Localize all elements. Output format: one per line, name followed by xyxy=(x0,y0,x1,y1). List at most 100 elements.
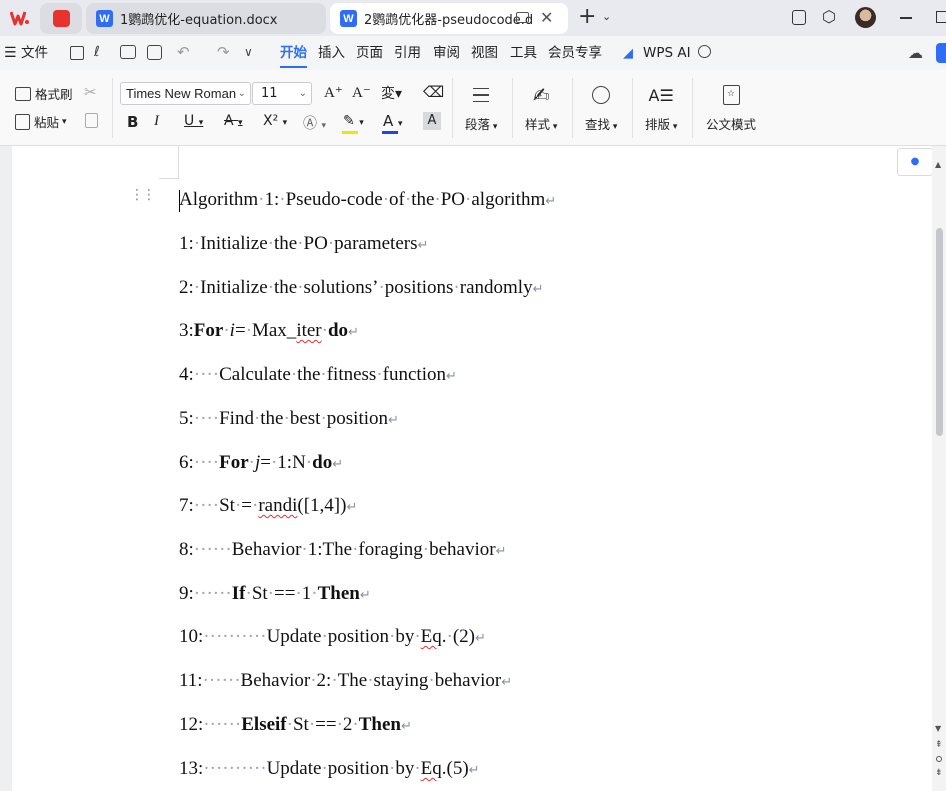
shrink-font-icon[interactable]: A⁻ xyxy=(352,83,371,102)
doc-line: 7:····St·=·randi([1,4])↵ xyxy=(179,495,358,516)
font-size-select[interactable]: 11 ⌄ xyxy=(252,82,312,105)
paragraph-icon xyxy=(473,82,490,108)
search-icon[interactable] xyxy=(698,45,711,58)
style-label: 样式 xyxy=(525,117,551,132)
drag-handle-icon[interactable]: ⋮⋮ xyxy=(130,188,156,202)
share-button[interactable] xyxy=(936,43,946,63)
font-color-button[interactable]: A ▾ xyxy=(383,112,403,130)
format-painter-label: 格式刷 xyxy=(35,87,73,102)
window-preview-icon[interactable] xyxy=(516,12,529,23)
word-doc-icon: W xyxy=(340,10,357,27)
tab-label: 2鹦鹉优化器-pseudocode.d xyxy=(364,13,534,28)
doc-line: 12:······Elseif·St·==·2·Then↵ xyxy=(179,714,412,735)
ribbon-toolbar: 格式刷 ✂ 粘贴 ▾ Times New Roman ⌄ 11 ⌄ A⁺ A⁻ … xyxy=(0,70,946,146)
redo-icon[interactable]: ↷ xyxy=(217,43,230,61)
divider xyxy=(452,78,453,138)
word-doc-icon: W xyxy=(96,10,113,27)
doc-line: 1:·Initialize·the·PO·parameters↵ xyxy=(179,233,429,254)
layout-button[interactable]: A☰ 排版 ▾ xyxy=(645,82,677,133)
layout-icon: A☰ xyxy=(648,85,674,105)
scroll-down-icon[interactable]: ▼ xyxy=(935,724,941,733)
official-mode-label: 公文模式 xyxy=(706,117,757,132)
brush-icon xyxy=(15,86,31,101)
minimize-icon[interactable] xyxy=(900,17,912,19)
print-icon[interactable] xyxy=(120,45,136,59)
save-icon[interactable] xyxy=(70,46,84,60)
print-preview-icon[interactable] xyxy=(147,45,162,60)
char-shading-button[interactable]: A xyxy=(423,112,441,130)
cut-icon[interactable]: ✂ xyxy=(84,83,97,101)
menu-wps-ai[interactable]: WPS AI xyxy=(643,36,691,70)
chevron-down-icon: ⌄ xyxy=(298,88,307,99)
doc-line: 3:For·i=·Max_iter·do↵ xyxy=(179,320,359,341)
document-page[interactable]: ⋮⋮ ● Algorithm·1:·Pseudo-code·of·the·PO·… xyxy=(12,146,933,791)
scroll-up-icon[interactable]: ▲ xyxy=(935,160,941,169)
font-color-bar xyxy=(382,131,398,134)
divider xyxy=(572,78,573,138)
layout-label: 排版 xyxy=(645,117,671,132)
menu-member[interactable]: 会员专享 xyxy=(548,36,602,70)
chevron-down-icon: ⌄ xyxy=(237,88,246,99)
hamburger-icon[interactable]: ☰ xyxy=(4,36,17,70)
find-label: 查找 xyxy=(585,117,611,132)
cube-icon[interactable]: ⬡ xyxy=(822,7,836,26)
page-down-icon[interactable]: ⇟ xyxy=(935,768,943,778)
divider xyxy=(512,78,513,138)
phonetic-guide-icon[interactable]: 変▾ xyxy=(381,83,402,103)
doc-line: 11:······Behavior·2:·The·staying·behavio… xyxy=(179,670,513,691)
text-effect-button[interactable]: Ⓐ ▾ xyxy=(303,113,326,133)
font-name-select[interactable]: Times New Roman ⌄ xyxy=(120,82,251,105)
underline-button[interactable]: U ▾ xyxy=(184,113,203,129)
menu-review[interactable]: 审阅 xyxy=(433,36,460,70)
tab-equation-doc[interactable]: W 1鹦鹉优化-equation.docx xyxy=(86,3,326,34)
highlight-button[interactable]: ✎ ▾ xyxy=(343,113,364,129)
wps-logo-icon[interactable] xyxy=(6,5,34,31)
font-size-value: 11 xyxy=(261,86,278,101)
clear-format-icon[interactable]: ⌫ xyxy=(423,83,444,101)
page-up-icon[interactable]: ⇞ xyxy=(935,740,943,750)
paragraph-button[interactable]: 段落 ▾ xyxy=(465,82,497,133)
copy-icon[interactable] xyxy=(85,113,98,128)
vertical-scrollbar[interactable]: ▲ ▼ ⇞ ⇟ xyxy=(932,146,946,791)
undo-icon[interactable]: ↶ xyxy=(177,43,190,61)
bold-button[interactable]: B xyxy=(127,113,138,131)
doc-line: 2:·Initialize·the·solutions’·positions·r… xyxy=(179,277,544,298)
superscript-button[interactable]: X² ▾ xyxy=(263,113,287,129)
scrollbar-thumb[interactable] xyxy=(936,228,943,436)
new-tab-icon[interactable]: + xyxy=(578,6,596,28)
menu-page[interactable]: 页面 xyxy=(356,36,383,70)
menu-view[interactable]: 视图 xyxy=(471,36,498,70)
style-button[interactable]: ✍ 样式 ▾ xyxy=(525,82,557,133)
format-painter-button[interactable]: 格式刷 xyxy=(15,84,73,103)
pdf-app-icon[interactable] xyxy=(40,3,82,34)
location-pin-icon[interactable]: ● xyxy=(897,148,933,176)
avatar[interactable] xyxy=(855,7,876,28)
paste-label: 粘贴 xyxy=(34,115,60,130)
official-doc-icon: ☆ xyxy=(722,82,740,108)
cloud-upload-icon[interactable]: ☁ xyxy=(908,44,923,62)
chevron-down-icon[interactable]: ⌄ xyxy=(602,10,611,23)
menu-insert[interactable]: 插入 xyxy=(318,36,345,70)
doc-line: 8:······Behavior·1:The·foraging·behavior… xyxy=(179,539,507,560)
divider xyxy=(632,78,633,138)
more-chevron-icon[interactable]: ∨ xyxy=(244,45,253,59)
menu-references[interactable]: 引用 xyxy=(394,36,421,70)
close-tab-icon[interactable]: ✕ xyxy=(540,8,553,27)
wps-ai-icon: ◢ xyxy=(623,46,633,61)
italic-button[interactable]: I xyxy=(154,113,159,130)
title-bar: W 1鹦鹉优化-equation.docx W 2鹦鹉优化器-pseudocod… xyxy=(0,0,946,36)
grow-font-icon[interactable]: A⁺ xyxy=(324,83,343,102)
window-list-icon[interactable] xyxy=(792,10,806,25)
select-browse-icon[interactable] xyxy=(936,756,942,762)
chevron-down-icon: ▾ xyxy=(62,116,67,127)
menu-file[interactable]: 文件 xyxy=(21,36,48,70)
strikethrough-button[interactable]: A ▾ xyxy=(224,113,243,129)
link-icon[interactable]: ℓ xyxy=(94,44,100,60)
official-mode-button[interactable]: ☆ 公文模式 xyxy=(706,82,756,133)
menu-home[interactable]: 开始 xyxy=(280,36,307,68)
find-button[interactable]: 查找 ▾ xyxy=(585,82,617,133)
maximize-icon[interactable] xyxy=(936,11,946,23)
paste-button[interactable]: 粘贴 ▾ xyxy=(15,112,67,131)
tab-pseudocode-doc[interactable]: W 2鹦鹉优化器-pseudocode.d ✕ xyxy=(330,3,568,34)
menu-tools[interactable]: 工具 xyxy=(510,36,537,70)
